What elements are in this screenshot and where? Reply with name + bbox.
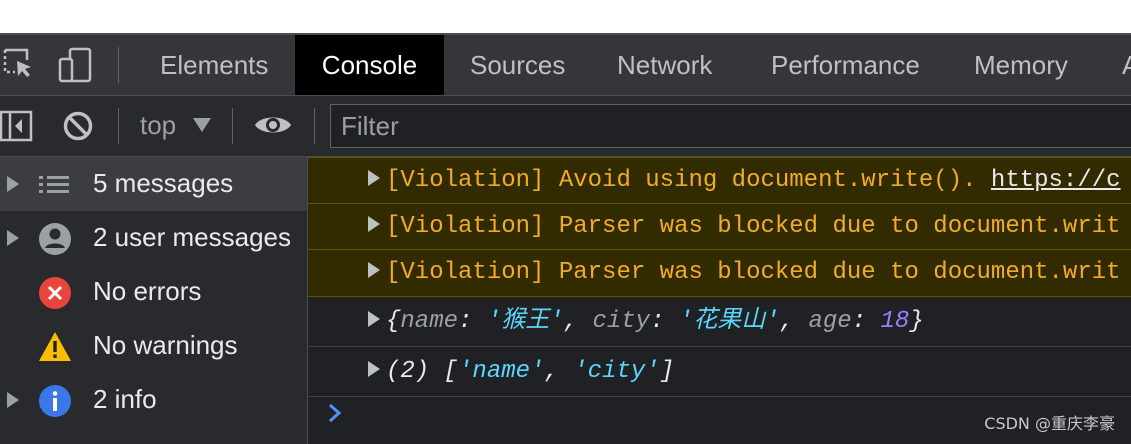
console-prompt-icon[interactable] [328, 403, 342, 428]
sidebar-toggle-icon[interactable] [0, 110, 34, 147]
live-expression-eye-icon[interactable] [254, 112, 292, 143]
expand-triangle-icon[interactable] [368, 204, 380, 250]
expand-triangle-icon[interactable] [7, 176, 19, 197]
context-selector[interactable]: top [140, 110, 176, 141]
sidebar-item-label: 5 messages [93, 168, 234, 198]
inspect-element-icon[interactable] [2, 47, 36, 86]
toolbar-divider [232, 108, 233, 144]
sidebar-item-warnings[interactable]: No warnings [0, 319, 307, 373]
sidebar-item-messages[interactable]: 5 messages [0, 157, 307, 211]
clear-console-icon[interactable] [62, 110, 94, 147]
user-icon [38, 222, 72, 256]
violation-message[interactable]: [Violation] Avoid using document.write()… [308, 157, 1131, 205]
filter-input[interactable] [331, 105, 1131, 147]
expand-triangle-icon[interactable] [368, 347, 380, 396]
tab-performance[interactable]: Performance [749, 35, 942, 95]
devtools-tab-bar: Elements Console Sources Network Perform… [0, 35, 1131, 96]
error-icon [38, 276, 72, 310]
violation-link[interactable]: https://c [991, 167, 1121, 194]
array-log-message[interactable]: (2) ['name', 'city'] [308, 347, 1131, 397]
device-toolbar-icon[interactable] [58, 47, 94, 88]
tab-elements[interactable]: Elements [138, 35, 290, 95]
console-output: [Violation] Avoid using document.write()… [308, 157, 1131, 444]
expand-triangle-icon[interactable] [368, 250, 380, 296]
info-icon [38, 384, 72, 418]
console-toolbar: top [0, 96, 1131, 157]
expand-triangle-icon[interactable] [7, 230, 19, 251]
tab-memory[interactable]: Memory [952, 35, 1090, 95]
sidebar-item-label: 2 user messages [93, 222, 291, 252]
tab-console[interactable]: Console [295, 35, 444, 95]
expand-triangle-icon[interactable] [368, 158, 380, 204]
filter-box [330, 104, 1131, 148]
sidebar-item-info[interactable]: 2 info [0, 373, 307, 427]
sidebar-item-label: 2 info [93, 384, 157, 414]
expand-triangle-icon[interactable] [368, 297, 380, 346]
list-icon [38, 168, 72, 202]
tab-sources[interactable]: Sources [448, 35, 587, 95]
watermark: CSDN @重庆李豪 [984, 414, 1115, 433]
warning-icon [38, 330, 72, 364]
toolbar-divider [314, 108, 315, 144]
object-log-message[interactable]: {name: '猴王', city: '花果山', age: 18} [308, 297, 1131, 347]
sidebar-item-label: No errors [93, 276, 202, 306]
sidebar-item-user-messages[interactable]: 2 user messages [0, 211, 307, 265]
toolbar-divider [118, 108, 119, 144]
more-tabs-icon[interactable]: A [1122, 35, 1131, 95]
devtools-panel: Elements Console Sources Network Perform… [0, 33, 1131, 444]
toolbar-divider [118, 47, 119, 83]
violation-message[interactable]: [Violation] Parser was blocked due to do… [308, 249, 1131, 297]
expand-triangle-icon[interactable] [7, 392, 19, 413]
console-sidebar: 5 messages 2 user messages No errors No … [0, 157, 308, 444]
violation-message[interactable]: [Violation] Parser was blocked due to do… [308, 203, 1131, 251]
sidebar-item-label: No warnings [93, 330, 238, 360]
chevron-down-icon[interactable] [193, 118, 211, 137]
tab-network[interactable]: Network [595, 35, 734, 95]
sidebar-item-errors[interactable]: No errors [0, 265, 307, 319]
